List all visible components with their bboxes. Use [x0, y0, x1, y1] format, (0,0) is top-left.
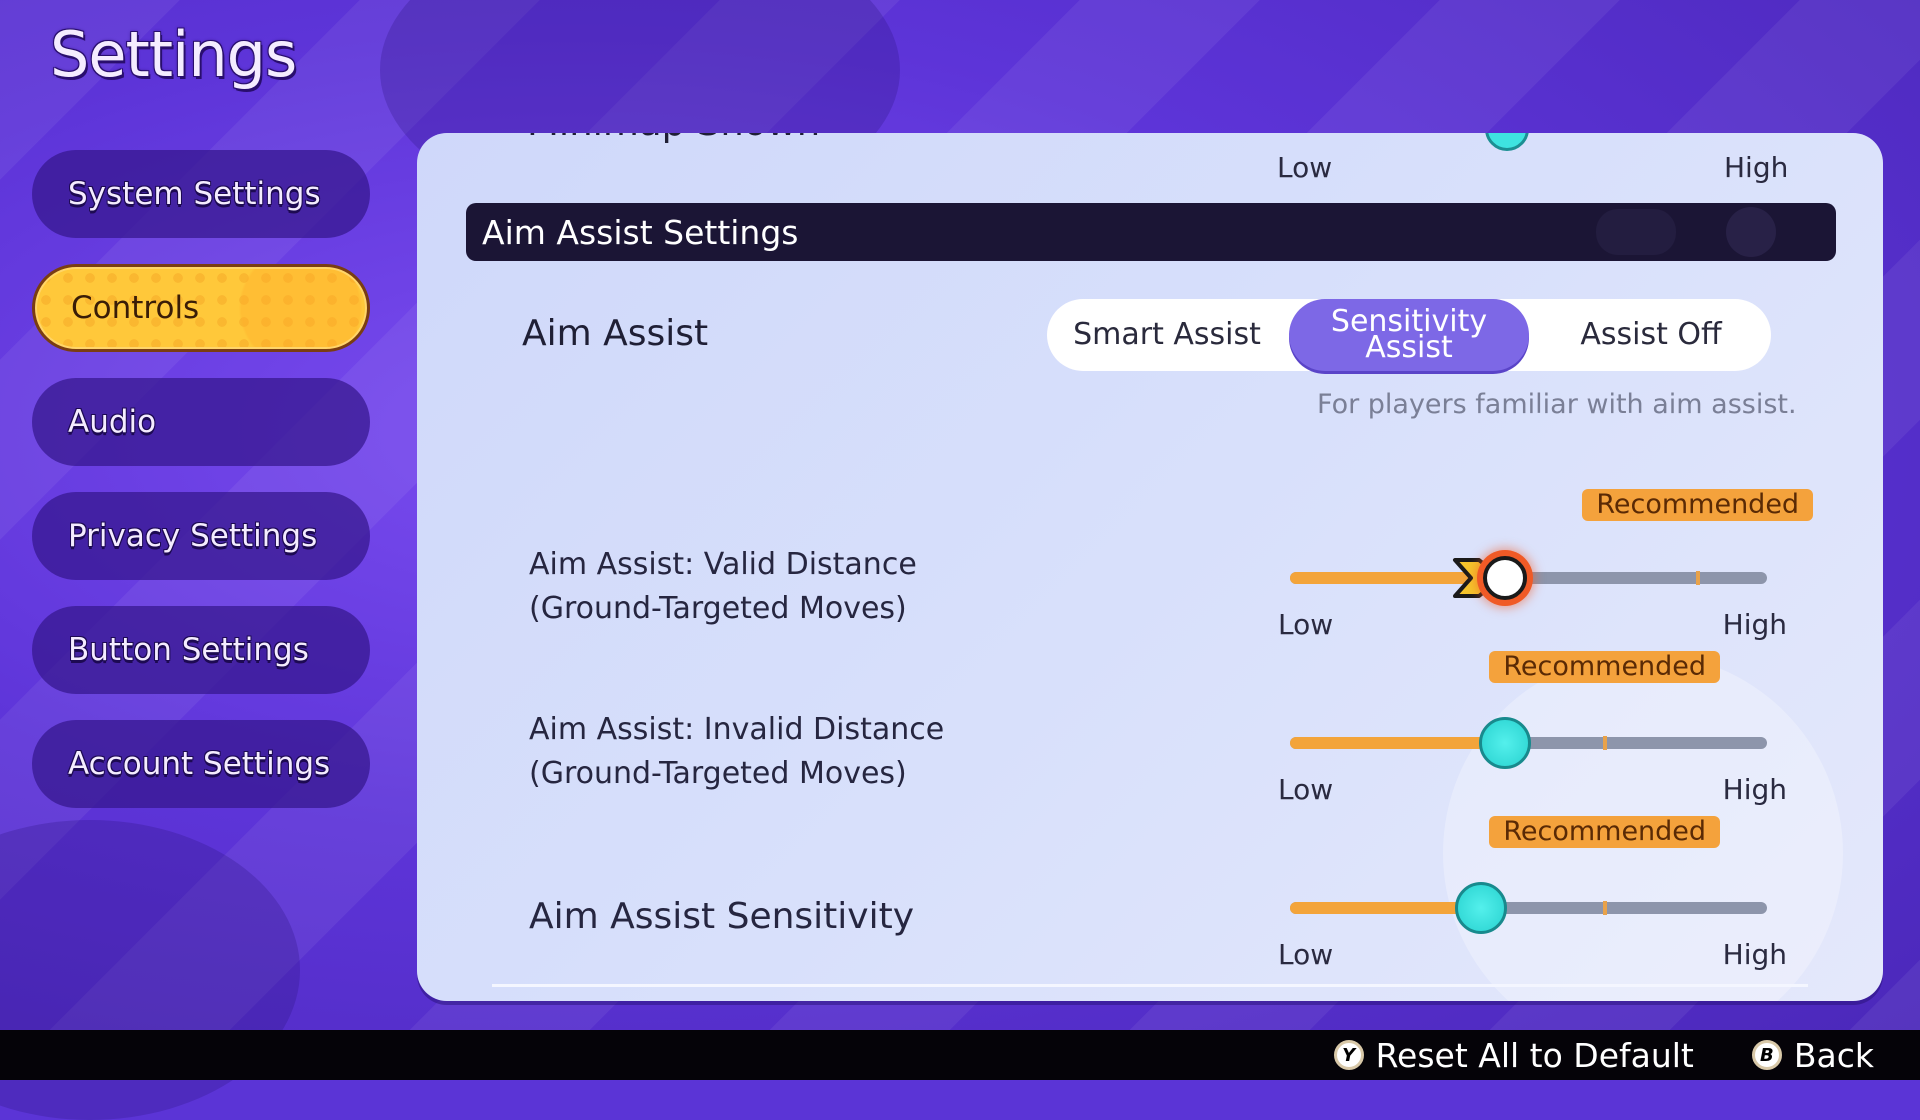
high-label: High [1722, 608, 1787, 641]
recommended-tick [1602, 901, 1607, 915]
b-button-icon: B [1751, 1040, 1782, 1070]
reset-all-to-default-button[interactable]: Y Reset All to Default [1333, 1035, 1694, 1075]
sidebar-item-label: Button Settings [68, 632, 309, 668]
option-smart-assist[interactable]: Smart Assist [1047, 299, 1287, 371]
label-line1: Aim Assist: Invalid Distance [529, 712, 945, 747]
sidebar-item-privacy-settings[interactable]: Privacy Settings [32, 492, 370, 580]
page-title: Settings [50, 18, 297, 91]
minimap-slider-knob[interactable] [1485, 133, 1529, 151]
back-button[interactable]: B Back [1751, 1035, 1874, 1075]
aim-assist-sensitivity-slider[interactable]: Recommended Low High [1278, 816, 1787, 971]
minimap-shown-label: Minimap Shown [527, 133, 820, 144]
low-label: Low [1278, 773, 1334, 806]
minimap-low-label: Low [1277, 151, 1333, 184]
label-line2: (Ground-Targeted Moves) [529, 591, 907, 626]
sidebar-item-audio[interactable]: Audio [32, 378, 370, 466]
section-title: Aim Assist Settings [482, 212, 799, 252]
sidebar-item-label: Audio [68, 404, 157, 440]
slider-knob[interactable] [1478, 717, 1531, 769]
settings-sidebar: System Settings Controls Audio Privacy S… [32, 150, 370, 834]
label-line2: (Ground-Targeted Moves) [529, 756, 907, 791]
sidebar-item-label: Account Settings [68, 746, 331, 782]
slider-knob[interactable] [1482, 556, 1527, 600]
sidebar-item-button-settings[interactable]: Button Settings [32, 606, 370, 694]
decorative-icon [1596, 209, 1676, 255]
slider-knob[interactable] [1454, 882, 1507, 934]
high-label: High [1722, 938, 1787, 971]
invalid-distance-label: Aim Assist: Invalid Distance (Ground-Tar… [529, 708, 944, 796]
invalid-distance-slider[interactable]: Recommended Low High [1278, 651, 1787, 806]
hint-label: Back [1793, 1035, 1874, 1075]
divider [492, 984, 1808, 987]
sidebar-item-controls[interactable]: Controls [32, 264, 370, 352]
label-line1: Aim Assist: Valid Distance [529, 547, 917, 582]
aim-assist-description: For players familiar with aim assist. [1317, 389, 1797, 420]
aim-assist-mode-selector: Smart Assist Sensitivity Assist Assist Of… [1047, 299, 1771, 371]
sidebar-item-account-settings[interactable]: Account Settings [32, 720, 370, 808]
aim-assist-sensitivity-label: Aim Assist Sensitivity [529, 895, 914, 939]
recommended-tick [1602, 736, 1607, 750]
option-sensitivity-assist[interactable]: Sensitivity Assist [1289, 299, 1529, 371]
recommended-badge: Recommended [1582, 489, 1814, 521]
settings-panel[interactable]: Minimap Shown Low High Aim Assist Settin… [417, 133, 1883, 1001]
option-label: Assist Off [1580, 317, 1722, 352]
option-label-line2: Assist [1365, 330, 1453, 365]
recommended-badge: Recommended [1489, 651, 1721, 683]
valid-distance-slider[interactable]: Recommended Low High [1278, 489, 1814, 641]
low-label: Low [1278, 938, 1334, 971]
option-label: Smart Assist [1073, 317, 1261, 352]
option-label: Sensitivity Assist [1331, 307, 1487, 363]
y-button-icon: Y [1333, 1040, 1364, 1070]
slider-fill [1290, 737, 1505, 749]
sidebar-item-label: Controls [71, 290, 200, 326]
sidebar-item-system-settings[interactable]: System Settings [32, 150, 370, 238]
section-header-aim-assist: Aim Assist Settings [466, 203, 1836, 261]
pokeball-icon [1726, 207, 1776, 257]
aim-assist-label: Aim Assist [522, 313, 709, 354]
slider-fill [1290, 902, 1481, 914]
recommended-tick [1695, 571, 1700, 585]
low-label: Low [1278, 608, 1334, 641]
high-label: High [1722, 773, 1787, 806]
hint-label: Reset All to Default [1375, 1035, 1694, 1075]
minimap-high-label: High [1724, 151, 1789, 184]
valid-distance-label: Aim Assist: Valid Distance (Ground-Targe… [529, 543, 917, 631]
recommended-badge: Recommended [1489, 816, 1721, 848]
controller-hints-bar: Y Reset All to Default B Back [0, 1030, 1920, 1080]
option-assist-off[interactable]: Assist Off [1531, 299, 1771, 371]
label-line1: Aim Assist Sensitivity [529, 896, 915, 937]
sidebar-item-label: System Settings [68, 176, 321, 212]
sidebar-item-label: Privacy Settings [68, 518, 318, 554]
